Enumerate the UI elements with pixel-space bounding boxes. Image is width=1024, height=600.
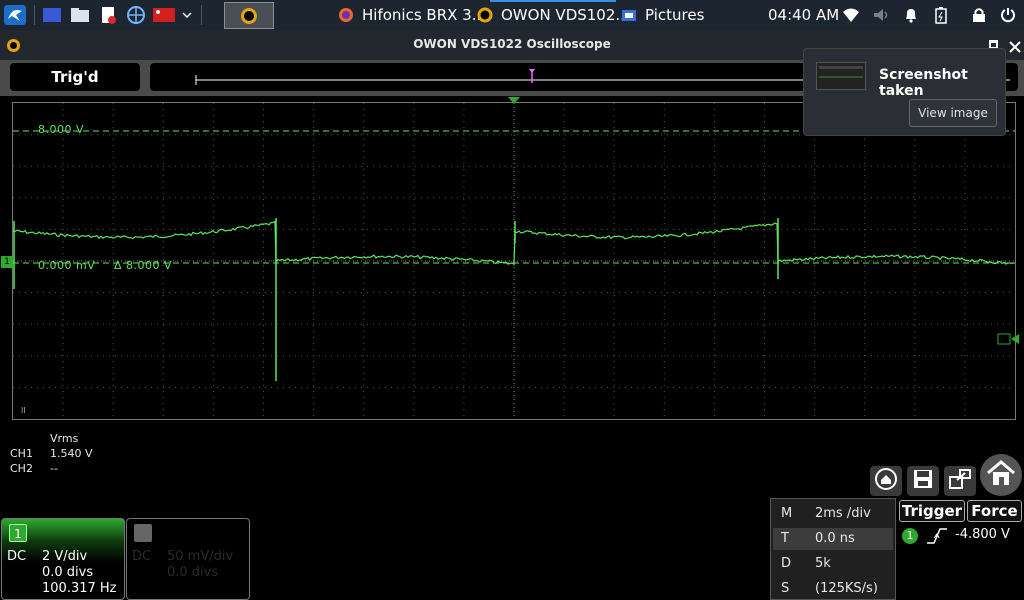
channel-1-coupling: DC <box>7 549 27 564</box>
clock[interactable]: 04:40 AM <box>768 6 839 24</box>
cursor-top-label: 8.000 V <box>38 123 85 136</box>
channel-1-frequency: 100.317 Hz <box>42 581 117 596</box>
file-manager-icon[interactable] <box>69 5 91 25</box>
measurement-channel: CH2 <box>10 462 33 475</box>
channel-1-panel[interactable]: 1 DC 2 V/div 0.0 divs 100.317 Hz <box>1 518 125 600</box>
channel-2-volts-div: 50 mV/div <box>167 549 234 564</box>
owon-icon <box>241 7 257 24</box>
export-icon <box>948 468 972 494</box>
task-label: Pictures <box>645 6 705 24</box>
taskbar-separator <box>34 5 35 25</box>
task-owon-indicator <box>490 0 616 2</box>
trigger-status: Trig'd <box>10 63 140 91</box>
measurement-channel: CH1 <box>10 447 33 460</box>
channel-2-panel[interactable]: DC 50 mV/div 0.0 divs <box>126 518 250 600</box>
active-window-button[interactable] <box>224 2 274 29</box>
firefox-icon <box>338 7 354 23</box>
ch1-zero-marker[interactable]: 1 <box>1 256 13 268</box>
timebase-key: T <box>781 531 789 546</box>
app-menu-icon[interactable] <box>4 5 26 25</box>
task-owon[interactable]: OWON VDS102... <box>477 0 630 30</box>
browser-icon[interactable] <box>125 5 147 25</box>
waveform-screen[interactable]: 8.000 V 0.000 mV Δ 8.000 V 1 II <box>1 97 1019 420</box>
timebase-value: 2ms /div <box>815 506 871 521</box>
battery-icon[interactable] <box>931 5 951 25</box>
task-pictures[interactable]: Pictures <box>621 0 704 30</box>
screenshot-thumbnail[interactable] <box>816 62 866 90</box>
wifi-icon[interactable] <box>841 5 861 25</box>
channel-2-offset: 0.0 divs <box>167 565 219 580</box>
workspace-icon[interactable] <box>41 5 63 25</box>
volume-icon[interactable] <box>871 5 891 25</box>
autoset-icon <box>874 467 898 495</box>
task-label: OWON VDS102... <box>501 6 630 24</box>
power-icon[interactable] <box>998 5 1018 25</box>
chevron-down-icon[interactable] <box>181 5 193 25</box>
cursor-delta-label: Δ 8.000 V <box>114 259 173 272</box>
pictures-icon <box>621 7 637 23</box>
system-taskbar: Hifonics BRX 3... OWON VDS102... Picture… <box>0 0 1024 30</box>
screenshot-notification[interactable]: Screenshot taken View image <box>803 48 1006 136</box>
close-icon[interactable] <box>1009 38 1021 57</box>
channel-1-offset: 0.0 divs <box>42 565 94 580</box>
timebase-value: (125KS/s) <box>815 581 878 596</box>
autoset-button[interactable] <box>870 466 902 496</box>
rising-edge-icon[interactable] <box>926 527 948 549</box>
channel-2-coupling: DC <box>132 549 152 564</box>
notification-message: Screenshot taken <box>879 67 968 99</box>
view-image-button[interactable]: View image <box>909 99 997 127</box>
trigger-panel: Trigger Force 1 -4.800 V <box>897 498 1024 600</box>
force-button[interactable]: Force <box>967 500 1022 522</box>
channel-1-badge: 1 <box>9 524 27 542</box>
timebase-value: 0.0 ns <box>815 531 855 546</box>
bell-icon[interactable] <box>901 5 921 25</box>
timebase-row[interactable]: T 0.0 ns <box>773 528 893 550</box>
taskbar-separator <box>201 5 202 25</box>
task-firefox[interactable]: Hifonics BRX 3... <box>338 0 486 30</box>
channel-1-volts-div: 2 V/div <box>42 549 88 564</box>
cursor-bottom-label: 0.000 mV <box>38 259 96 272</box>
lock-icon[interactable] <box>969 5 989 25</box>
save-icon <box>912 468 934 494</box>
home-button[interactable] <box>980 454 1022 496</box>
trigger-channel-badge: 1 <box>902 528 918 544</box>
export-button[interactable] <box>944 466 976 496</box>
timebase-row[interactable]: M 2ms /div <box>773 503 893 525</box>
owon-icon <box>477 7 493 23</box>
timebase-key: S <box>781 581 790 596</box>
timebase-panel: M 2ms /div T 0.0 ns D 5k S (125KS/s) <box>770 498 896 600</box>
timebase-row[interactable]: S (125KS/s) <box>773 578 893 600</box>
trigger-button[interactable]: Trigger <box>899 500 965 522</box>
measurement-value: -- <box>50 462 58 475</box>
timebase-value: 5k <box>815 556 831 571</box>
home-icon <box>986 460 1016 490</box>
measurement-value: 1.540 V <box>50 447 93 460</box>
channel-2-badge <box>134 524 152 542</box>
save-button[interactable] <box>907 466 939 496</box>
timebase-key: D <box>781 556 792 571</box>
flag-icon[interactable] <box>153 5 175 25</box>
measurement-header: Vrms <box>50 432 79 445</box>
task-label: Hifonics BRX 3... <box>362 6 487 24</box>
timebase-row[interactable]: D 5k <box>773 553 893 575</box>
trigger-level: -4.800 V <box>955 527 1010 542</box>
corner-marker: II <box>21 406 26 415</box>
timebase-key: M <box>781 506 793 521</box>
document-icon[interactable] <box>97 5 119 25</box>
